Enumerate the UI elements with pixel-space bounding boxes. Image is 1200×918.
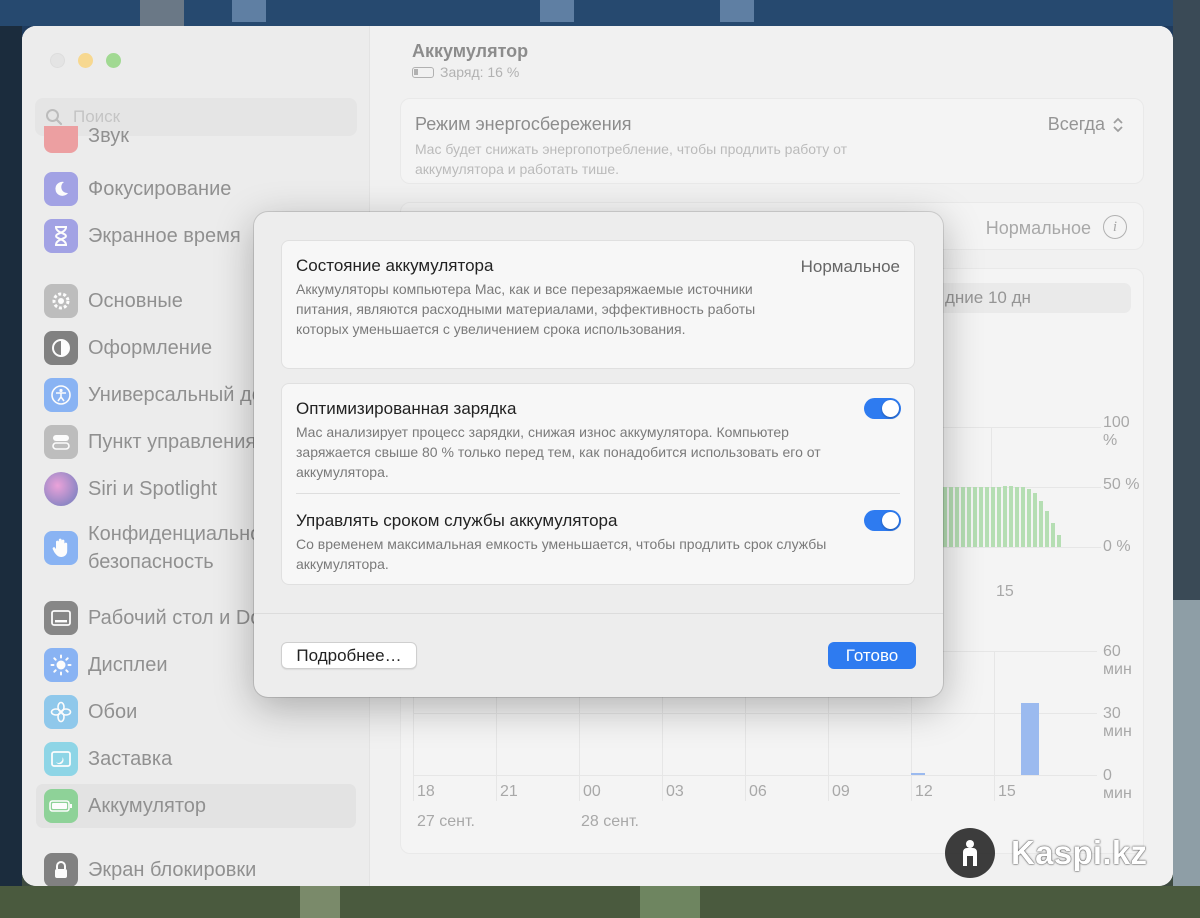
- divider: [254, 613, 943, 614]
- manage-longevity-title: Управлять сроком службы аккумулятора: [296, 511, 618, 530]
- battery-health-description: Аккумуляторы компьютера Mac, как и все п…: [296, 281, 756, 337]
- optimized-charging-toggle[interactable]: [864, 398, 901, 419]
- battery-options-sheet: Состояние аккумулятора Нормальное Аккуму…: [254, 212, 943, 697]
- battery-health-title: Состояние аккумулятора: [296, 256, 494, 275]
- kaspi-watermark: Kaspi.kz: [945, 828, 1147, 878]
- battery-health-section: Состояние аккумулятора Нормальное Аккуму…: [281, 240, 915, 369]
- more-info-button[interactable]: Подробнее…: [281, 642, 417, 669]
- charging-section: Оптимизированная зарядка Mac анализирует…: [281, 383, 915, 585]
- kaspi-logo-icon: [945, 828, 995, 878]
- done-button[interactable]: Готово: [828, 642, 916, 669]
- battery-health-value: Нормальное: [800, 257, 900, 276]
- manage-longevity-toggle[interactable]: [864, 510, 901, 531]
- divider: [296, 493, 900, 494]
- optimized-charging-title: Оптимизированная зарядка: [296, 399, 517, 418]
- optimized-charging-description: Mac анализирует процесс зарядки, снижая …: [296, 424, 821, 480]
- watermark-text: Kaspi.kz: [1011, 834, 1148, 871]
- manage-longevity-description: Со временем максимальная емкость уменьша…: [296, 536, 827, 572]
